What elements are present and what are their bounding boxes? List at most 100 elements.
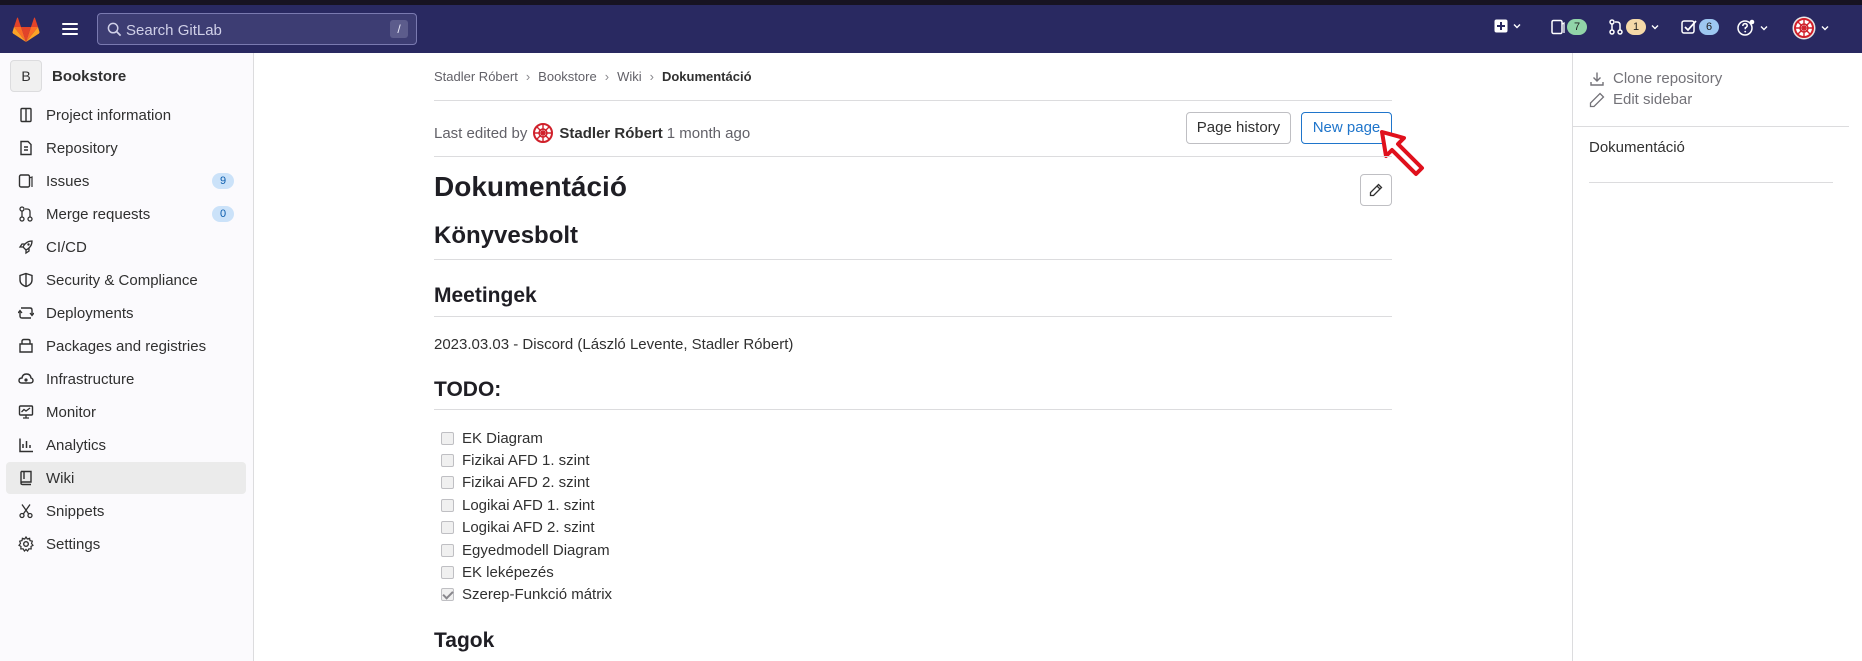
todo-label: Fizikai AFD 2. szint bbox=[462, 474, 590, 492]
page-history-button[interactable]: Page history bbox=[1186, 112, 1291, 144]
todo-label: EK leképezés bbox=[462, 564, 554, 582]
breadcrumb-separator-icon: › bbox=[525, 69, 531, 84]
user-avatar bbox=[1792, 16, 1816, 40]
todo-label: EK Diagram bbox=[462, 429, 543, 447]
issues-icon bbox=[18, 174, 33, 188]
sidebar-item-issues[interactable]: Issues 9 bbox=[6, 165, 246, 197]
chevron-down-icon bbox=[1821, 26, 1829, 31]
sidebar-item-project-information[interactable]: Project information bbox=[6, 99, 246, 131]
todo-checkbox[interactable] bbox=[441, 543, 454, 557]
settings-icon bbox=[18, 536, 34, 552]
sidebar-item-snippets[interactable]: Snippets bbox=[6, 495, 246, 527]
sidebar-item-settings[interactable]: Settings bbox=[6, 528, 246, 560]
pencil-icon bbox=[1369, 183, 1383, 197]
todo-checkbox[interactable] bbox=[441, 454, 454, 468]
book-icon bbox=[20, 470, 32, 486]
todo-label: Logikai AFD 2. szint bbox=[462, 519, 595, 537]
breadcrumb-separator-icon: › bbox=[604, 69, 610, 84]
todo-checkbox[interactable] bbox=[441, 498, 454, 512]
project-avatar: B bbox=[10, 60, 42, 92]
snippet-icon bbox=[19, 504, 33, 519]
breadcrumb-current[interactable]: Dokumentáció bbox=[662, 69, 752, 84]
project-header[interactable]: B Bookstore bbox=[10, 60, 126, 92]
page-title: Dokumentáció bbox=[434, 171, 627, 202]
todo-check-icon bbox=[1681, 20, 1697, 34]
todo-item: Logikai AFD 2. szint bbox=[441, 517, 612, 539]
wiki-right-sidebar: Clone repository Edit sidebar Dokumentác… bbox=[1572, 53, 1862, 661]
sidebar-item-merge-requests[interactable]: Merge requests 0 bbox=[6, 198, 246, 230]
divider bbox=[434, 156, 1392, 157]
gitlab-logo-icon[interactable] bbox=[12, 17, 40, 43]
breadcrumb-item[interactable]: Bookstore bbox=[538, 69, 597, 84]
edit-sidebar-label: Edit sidebar bbox=[1613, 91, 1693, 108]
breadcrumb-separator-icon: › bbox=[649, 69, 654, 84]
monitor-icon bbox=[18, 405, 34, 419]
search-icon bbox=[107, 22, 122, 37]
merge-requests-nav-button[interactable]: 1 bbox=[1608, 19, 1659, 35]
edit-page-button[interactable] bbox=[1360, 174, 1392, 206]
sidebar-item-security-compliance[interactable]: Security & Compliance bbox=[6, 264, 246, 296]
mr-count-badge: 1 bbox=[1626, 19, 1646, 35]
sidebar-item-label: Deployments bbox=[46, 304, 134, 322]
doc-icon bbox=[20, 140, 32, 156]
sidebar-item-label: CI/CD bbox=[46, 238, 87, 256]
issues-count-badge: 9 bbox=[212, 173, 234, 189]
breadcrumb-item[interactable]: Wiki bbox=[617, 69, 642, 84]
project-name: Bookstore bbox=[52, 67, 127, 85]
chart-icon bbox=[19, 438, 33, 453]
sidebar-item-cicd[interactable]: CI/CD bbox=[6, 231, 246, 263]
user-menu-dropdown[interactable] bbox=[1792, 16, 1829, 40]
divider bbox=[1573, 126, 1849, 127]
sidebar-item-monitor[interactable]: Monitor bbox=[6, 396, 246, 428]
search-input[interactable]: Search GitLab / bbox=[97, 13, 417, 45]
divider bbox=[434, 316, 1392, 317]
todo-item: EK Diagram bbox=[441, 427, 612, 449]
search-placeholder: Search GitLab bbox=[126, 22, 222, 39]
todo-checkbox[interactable] bbox=[441, 566, 454, 580]
sidebar-item-label: Snippets bbox=[46, 502, 105, 520]
todos-nav-button[interactable]: 6 bbox=[1681, 19, 1719, 35]
todo-label: Szerep-Funkció mátrix bbox=[462, 586, 613, 604]
todo-checkbox[interactable] bbox=[441, 521, 454, 535]
sidebar-item-repository[interactable]: Repository bbox=[6, 132, 246, 164]
deployments-icon bbox=[18, 307, 34, 319]
todo-item: Fizikai AFD 2. szint bbox=[441, 472, 612, 494]
sidebar-item-label: Repository bbox=[46, 139, 118, 157]
sidebar-item-label: Project information bbox=[46, 106, 172, 124]
sidebar-item-label: Packages and registries bbox=[46, 337, 207, 355]
left-sidebar: B Bookstore Project information Reposito… bbox=[0, 53, 254, 661]
issues-nav-button[interactable]: 7 bbox=[1551, 19, 1587, 35]
divider bbox=[1589, 182, 1833, 183]
author-avatar[interactable] bbox=[531, 121, 555, 145]
breadcrumb-item[interactable]: Stadler Róbert bbox=[434, 69, 518, 84]
merge-request-icon bbox=[1609, 19, 1623, 35]
sidebar-item-packages-registries[interactable]: Packages and registries bbox=[6, 330, 246, 362]
chevron-down-icon bbox=[1760, 26, 1768, 31]
create-new-dropdown[interactable] bbox=[1494, 19, 1521, 33]
todo-item: EK leképezés bbox=[441, 561, 612, 583]
todos-count-badge: 6 bbox=[1699, 19, 1719, 35]
divider bbox=[434, 100, 1392, 101]
sidebar-item-wiki[interactable]: Wiki bbox=[6, 462, 246, 494]
author-link[interactable]: Stadler Róbert bbox=[559, 125, 662, 142]
sidebar-item-analytics[interactable]: Analytics bbox=[6, 429, 246, 461]
sidebar-item-infrastructure[interactable]: Infrastructure bbox=[6, 363, 246, 395]
todo-checkbox[interactable] bbox=[441, 476, 454, 490]
todo-checkbox[interactable] bbox=[441, 431, 454, 445]
sidebar-page-link[interactable]: Dokumentáció bbox=[1589, 139, 1685, 156]
todo-checkbox-checked[interactable] bbox=[441, 588, 454, 602]
top-navbar: Search GitLab / 7 1 6 bbox=[0, 5, 1862, 53]
clone-repository-link[interactable]: Clone repository bbox=[1589, 70, 1722, 87]
package-icon bbox=[19, 338, 33, 353]
sidebar-item-label: Wiki bbox=[46, 469, 75, 487]
todo-item: Logikai AFD 1. szint bbox=[441, 494, 612, 516]
edit-sidebar-link[interactable]: Edit sidebar bbox=[1589, 91, 1692, 108]
help-dropdown[interactable] bbox=[1737, 19, 1768, 37]
sidebar-item-deployments[interactable]: Deployments bbox=[6, 297, 246, 329]
download-icon bbox=[1590, 72, 1604, 86]
menu-icon[interactable] bbox=[62, 23, 78, 37]
heading-konyvesbolt: Könyvesbolt bbox=[434, 222, 579, 249]
todo-list: EK Diagram Fizikai AFD 1. szint Fizikai … bbox=[441, 427, 612, 606]
mr-count-badge: 0 bbox=[212, 206, 234, 222]
last-edited-prefix: Last edited by bbox=[434, 124, 528, 142]
